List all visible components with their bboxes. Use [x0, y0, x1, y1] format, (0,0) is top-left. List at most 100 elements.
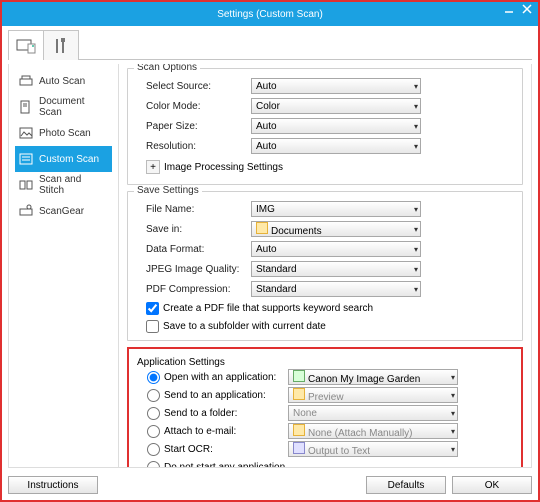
- label-open-app: Open with an application:: [164, 372, 284, 383]
- chevron-down-icon: ▾: [414, 245, 418, 254]
- label-save-in: Save in:: [136, 224, 251, 235]
- tools-icon: [52, 37, 70, 55]
- chevron-down-icon: ▾: [414, 225, 418, 234]
- chevron-down-icon: ▾: [451, 427, 455, 436]
- chevron-down-icon: ▾: [414, 82, 418, 91]
- label-jpeg-quality: JPEG Image Quality:: [136, 264, 251, 275]
- defaults-button[interactable]: Defaults: [366, 476, 446, 494]
- label-attach-email: Attach to e-mail:: [164, 426, 284, 437]
- chevron-down-icon: ▾: [451, 391, 455, 400]
- app-icon: [293, 370, 305, 382]
- minimize-button[interactable]: [504, 4, 514, 14]
- combo-file-name[interactable]: IMG▾: [251, 201, 421, 217]
- chevron-down-icon: ▾: [414, 142, 418, 151]
- sidebar-item-scan-stitch[interactable]: Scan and Stitch: [15, 172, 112, 198]
- sidebar-label: ScanGear: [39, 206, 84, 217]
- combo-send-folder[interactable]: None▾: [288, 405, 458, 421]
- combo-open-app[interactable]: Canon My Image Garden▾: [288, 369, 458, 385]
- chevron-down-icon: ▾: [451, 373, 455, 382]
- window-title: Settings (Custom Scan): [217, 9, 323, 20]
- sidebar-label: Document Scan: [39, 96, 108, 118]
- combo-resolution[interactable]: Auto▾: [251, 138, 421, 154]
- sidebar-label: Photo Scan: [39, 128, 91, 139]
- label-color-mode: Color Mode:: [136, 101, 251, 112]
- combo-send-app[interactable]: Preview▾: [288, 387, 458, 403]
- tab-tools[interactable]: [43, 30, 79, 60]
- group-scan-options: Scan Options Select Source:Auto▾ Color M…: [127, 68, 523, 185]
- folder-icon: [256, 222, 268, 234]
- combo-select-source[interactable]: Auto▾: [251, 78, 421, 94]
- legend-save-settings: Save Settings: [134, 185, 202, 196]
- label-subfolder: Save to a subfolder with current date: [163, 321, 326, 332]
- chevron-down-icon: ▾: [414, 205, 418, 214]
- sidebar-item-custom-scan[interactable]: Custom Scan: [15, 146, 112, 172]
- tab-scan[interactable]: [8, 30, 44, 60]
- scangear-icon: [19, 204, 33, 218]
- sidebar-item-photo-scan[interactable]: Photo Scan: [15, 120, 112, 146]
- custom-scan-icon: [19, 152, 33, 166]
- title-bar: Settings (Custom Scan): [2, 2, 538, 26]
- legend-app-settings: Application Settings: [137, 357, 225, 368]
- radio-start-ocr[interactable]: [147, 443, 160, 456]
- combo-paper-size[interactable]: Auto▾: [251, 118, 421, 134]
- sidebar-label: Scan and Stitch: [39, 174, 108, 196]
- combo-data-format[interactable]: Auto▾: [251, 241, 421, 257]
- document-scan-icon: [19, 100, 33, 114]
- combo-save-in[interactable]: Documents▾: [251, 221, 421, 237]
- checkbox-subfolder[interactable]: [146, 320, 159, 333]
- chevron-down-icon: ▾: [414, 102, 418, 111]
- label-start-ocr: Start OCR:: [164, 444, 284, 455]
- chevron-down-icon: ▾: [451, 445, 455, 454]
- label-image-processing: Image Processing Settings: [164, 162, 283, 173]
- instructions-button[interactable]: Instructions: [8, 476, 98, 494]
- combo-start-ocr[interactable]: Output to Text▾: [288, 441, 458, 457]
- radio-do-not-start[interactable]: [147, 461, 160, 468]
- close-button[interactable]: [522, 4, 532, 14]
- combo-pdf-compression[interactable]: Standard▾: [251, 281, 421, 297]
- combo-jpeg-quality[interactable]: Standard▾: [251, 261, 421, 277]
- combo-color-mode[interactable]: Color▾: [251, 98, 421, 114]
- expand-button[interactable]: +: [146, 160, 160, 174]
- label-send-folder: Send to a folder:: [164, 408, 284, 419]
- radio-send-folder[interactable]: [147, 407, 160, 420]
- group-application-settings: Application Settings Open with an applic…: [127, 347, 523, 467]
- label-pdf-keyword: Create a PDF file that supports keyword …: [163, 303, 373, 314]
- window-controls: [504, 4, 532, 14]
- label-resolution: Resolution:: [136, 141, 251, 152]
- combo-attach-email[interactable]: None (Attach Manually)▾: [288, 423, 458, 439]
- photo-scan-icon: [19, 126, 33, 140]
- chevron-down-icon: ▾: [414, 265, 418, 274]
- sidebar-item-auto-scan[interactable]: Auto Scan: [15, 68, 112, 94]
- label-data-format: Data Format:: [136, 244, 251, 255]
- sidebar-item-scangear[interactable]: ScanGear: [15, 198, 112, 224]
- radio-open-app[interactable]: [147, 371, 160, 384]
- radio-attach-email[interactable]: [147, 425, 160, 438]
- main-panel: Scan Options Select Source:Auto▾ Color M…: [119, 64, 531, 467]
- chevron-down-icon: ▾: [451, 409, 455, 418]
- label-do-not-start: Do not start any application: [164, 462, 285, 468]
- auto-scan-icon: [19, 74, 33, 88]
- chevron-down-icon: ▾: [414, 122, 418, 131]
- sidebar-label: Custom Scan: [39, 154, 99, 165]
- label-pdf-compression: PDF Compression:: [136, 284, 251, 295]
- folder-icon: [293, 388, 305, 400]
- footer: Instructions Defaults OK: [8, 472, 532, 494]
- folder-icon: [293, 424, 305, 436]
- ok-button[interactable]: OK: [452, 476, 532, 494]
- label-select-source: Select Source:: [136, 81, 251, 92]
- stitch-icon: [19, 178, 33, 192]
- chevron-down-icon: ▾: [414, 285, 418, 294]
- label-send-app: Send to an application:: [164, 390, 284, 401]
- sidebar: Auto Scan Document Scan Photo Scan Custo…: [9, 64, 119, 467]
- sidebar-label: Auto Scan: [39, 76, 85, 87]
- top-tabs: [8, 30, 532, 60]
- checkbox-pdf-keyword[interactable]: [146, 302, 159, 315]
- monitor-scan-icon: [16, 38, 36, 54]
- group-save-settings: Save Settings File Name:IMG▾ Save in:Doc…: [127, 191, 523, 341]
- label-file-name: File Name:: [136, 204, 251, 215]
- label-paper-size: Paper Size:: [136, 121, 251, 132]
- legend-scan-options: Scan Options: [134, 64, 200, 73]
- sidebar-item-document-scan[interactable]: Document Scan: [15, 94, 112, 120]
- radio-send-app[interactable]: [147, 389, 160, 402]
- ocr-icon: [293, 442, 305, 454]
